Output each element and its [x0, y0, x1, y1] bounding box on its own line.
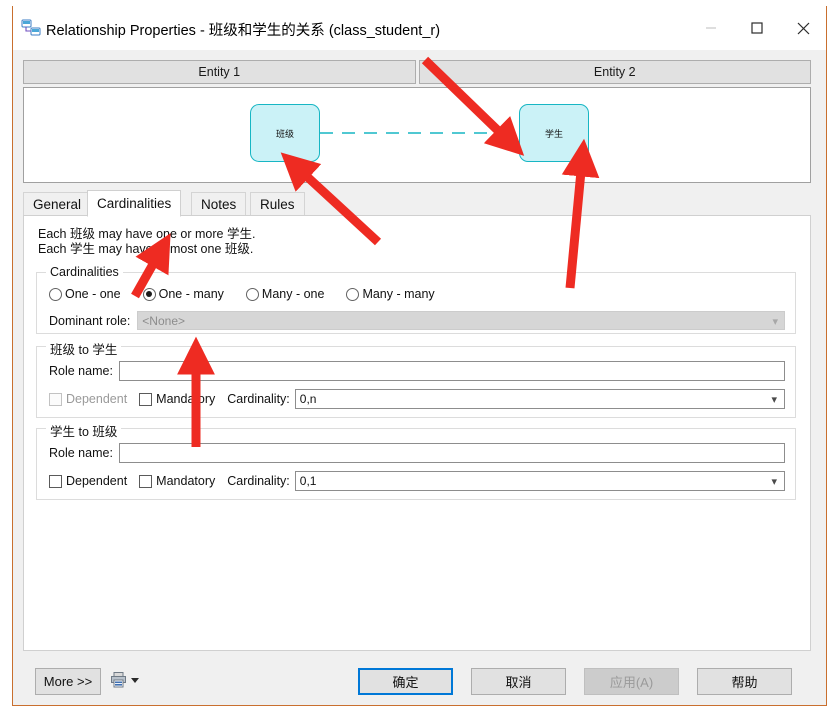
print-button-group[interactable] — [111, 672, 139, 688]
role-b-mandatory-mark — [139, 474, 153, 488]
ok-button[interactable]: 确定 — [358, 668, 453, 695]
minimize-icon[interactable] — [688, 6, 734, 50]
description-line-1: Each 班级 may have one or more 学生. — [38, 227, 256, 241]
window-controls — [688, 6, 826, 50]
description-line-2: Each 学生 may have at most one 班级. — [38, 242, 254, 256]
radio-one-many[interactable]: One - many — [142, 287, 224, 301]
help-button[interactable]: 帮助 — [697, 668, 792, 695]
role-class-to-student-group: 班级 to 学生 Role name: Dependent Mandatory … — [36, 339, 796, 418]
dominant-role-select: <None> ▾ — [137, 311, 785, 330]
role-a-cardinality-value: 0,n — [299, 392, 317, 406]
role-student-to-class-label: 学生 to 班级 — [46, 421, 122, 440]
role-a-dependent-mark — [49, 392, 62, 406]
role-a-dependent-checkbox: Dependent — [49, 392, 127, 406]
entity-box-class[interactable]: 班级 — [250, 104, 320, 162]
role-b-mandatory-label: Mandatory — [156, 474, 216, 488]
tab-notes[interactable]: Notes — [191, 192, 247, 216]
radio-many-one-label: Many - one — [261, 287, 325, 301]
radio-one-one-mark — [49, 287, 62, 301]
role-b-cardinality-row: Dependent Mandatory Cardinality: 0,1 ▾ — [49, 471, 785, 491]
role-b-cardinality-value: 0,1 — [299, 474, 317, 488]
relationship-properties-window: Relationship Properties - 班级和学生的关系 (clas… — [12, 6, 827, 706]
dominant-role-row: Dominant role: <None> ▾ — [49, 311, 785, 330]
role-b-cardinality-select[interactable]: 0,1 ▾ — [294, 471, 785, 491]
radio-one-one[interactable]: One - one — [49, 287, 121, 301]
role-b-name-row: Role name: — [49, 443, 785, 463]
role-b-dependent-mark — [49, 474, 62, 488]
entity-box-student[interactable]: 学生 — [519, 104, 589, 162]
entity-1-header: Entity 1 — [23, 60, 416, 84]
radio-many-many[interactable]: Many - many — [346, 287, 435, 301]
cancel-button[interactable]: 取消 — [471, 668, 566, 695]
printer-icon[interactable] — [111, 672, 126, 688]
radio-many-one-mark — [245, 287, 259, 301]
tab-strip: General Cardinalities Notes Rules — [23, 190, 811, 217]
role-class-to-student-label: 班级 to 学生 — [46, 339, 122, 358]
relationship-description: Each 班级 may have one or more 学生. Each 学生… — [38, 227, 255, 257]
role-student-to-class-group: 学生 to 班级 Role name: Dependent Mandatory … — [36, 421, 796, 500]
radio-one-many-label: One - many — [158, 287, 224, 301]
role-b-dependent-checkbox[interactable]: Dependent — [49, 474, 127, 488]
role-a-name-input[interactable] — [118, 361, 785, 381]
close-icon[interactable] — [780, 6, 826, 50]
entity-box-class-label: 班级 — [275, 128, 294, 139]
role-a-name-label: Role name: — [49, 364, 113, 378]
cardinalities-group-label: Cardinalities — [46, 265, 123, 279]
chevron-down-icon: ▾ — [771, 394, 777, 406]
cardinalities-panel: Each 班级 may have one or more 学生. Each 学生… — [23, 215, 811, 651]
role-b-cardinality-label: Cardinality: — [227, 474, 290, 488]
radio-many-many-label: Many - many — [362, 287, 435, 301]
maximize-icon[interactable] — [734, 6, 780, 50]
radio-many-many-mark — [346, 287, 360, 301]
radio-one-many-mark — [142, 287, 156, 301]
role-b-name-input[interactable] — [118, 443, 785, 463]
radio-many-one[interactable]: Many - one — [245, 287, 325, 301]
caret-down-icon[interactable] — [131, 677, 139, 683]
role-a-dependent-label: Dependent — [66, 392, 128, 406]
role-a-mandatory-label: Mandatory — [156, 392, 216, 406]
relationship-link — [320, 125, 511, 141]
tab-cardinalities[interactable]: Cardinalities — [87, 190, 182, 217]
relationship-icon — [21, 19, 41, 37]
radio-one-one-label: One - one — [65, 287, 121, 301]
entity-2-header: Entity 2 — [418, 60, 811, 84]
entity-box-student-label: 学生 — [544, 128, 563, 139]
role-a-name-row: Role name: — [49, 361, 785, 381]
window-title: Relationship Properties - 班级和学生的关系 (clas… — [46, 23, 441, 39]
relationship-diagram[interactable]: 班级 学生 — [23, 87, 811, 183]
more-button[interactable]: More >> — [35, 668, 101, 695]
dominant-role-label: Dominant role: — [49, 313, 131, 328]
dialog-footer: More >> 确定 取消 应用(A) 帮助 — [13, 658, 826, 705]
title-bar: Relationship Properties - 班级和学生的关系 (clas… — [13, 6, 826, 50]
cardinality-radio-group: One - one One - many Many - one Many - m… — [49, 287, 457, 301]
chevron-down-icon: ▾ — [771, 476, 777, 488]
cardinalities-group: Cardinalities One - one One - many Many … — [36, 265, 796, 334]
tab-general[interactable]: General — [23, 192, 92, 216]
dialog-client-area: Entity 1 Entity 2 班级 学生 General Cardinal… — [13, 50, 826, 705]
role-b-dependent-label: Dependent — [66, 474, 128, 488]
apply-button: 应用(A) — [584, 668, 679, 695]
dominant-role-value: <None> — [142, 313, 185, 328]
role-a-cardinality-label: Cardinality: — [227, 392, 290, 406]
entity-headers: Entity 1 Entity 2 — [23, 60, 811, 84]
role-a-mandatory-checkbox[interactable]: Mandatory — [139, 392, 215, 406]
role-b-name-label: Role name: — [49, 446, 113, 460]
role-a-cardinality-row: Dependent Mandatory Cardinality: 0,n ▾ — [49, 389, 785, 409]
chevron-down-icon: ▾ — [772, 316, 778, 328]
role-a-cardinality-select[interactable]: 0,n ▾ — [294, 389, 785, 409]
role-b-mandatory-checkbox[interactable]: Mandatory — [139, 474, 215, 488]
tab-rules[interactable]: Rules — [250, 192, 305, 216]
role-a-mandatory-mark — [139, 392, 153, 406]
